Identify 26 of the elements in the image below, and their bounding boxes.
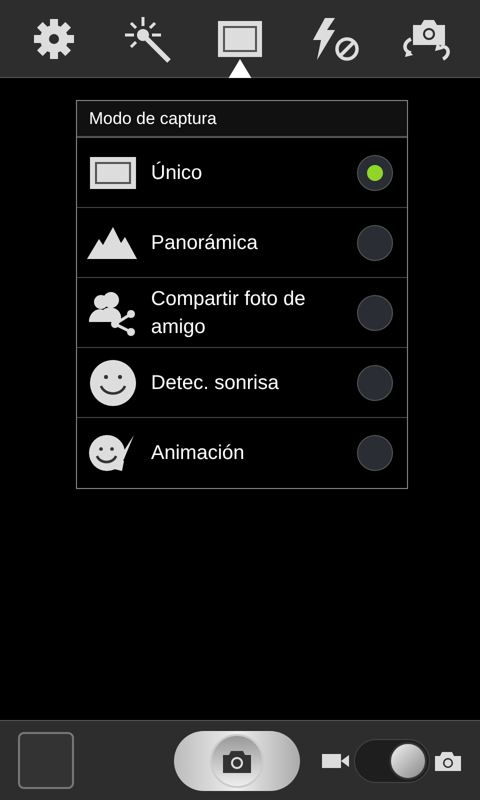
menu-option[interactable]: Panorámica <box>77 208 407 278</box>
mountains-icon <box>87 226 139 258</box>
frame-icon <box>90 156 136 188</box>
gallery-thumbnail[interactable] <box>18 732 74 789</box>
smiley-icon <box>90 360 136 406</box>
radio-button[interactable] <box>357 435 393 471</box>
menu-option[interactable]: Único <box>77 138 407 208</box>
menu-option[interactable]: Detec. sonrisa <box>77 348 407 418</box>
option-label: Detec. sonrisa <box>151 370 280 396</box>
radio-button[interactable] <box>357 224 393 260</box>
camera-icon <box>434 750 462 772</box>
menu-title: Modo de captura <box>89 108 217 130</box>
radio-button[interactable] <box>357 154 393 190</box>
option-label: Compartir foto de amigo <box>151 286 307 340</box>
menu-option[interactable]: Compartir foto de amigo <box>77 278 407 348</box>
gear-icon[interactable] <box>32 16 76 60</box>
menu-option[interactable]: Animación <box>77 418 407 488</box>
mode-toggle[interactable] <box>354 738 430 782</box>
radio-button[interactable] <box>357 364 393 400</box>
video-camera-icon <box>322 752 350 770</box>
radio-button[interactable] <box>357 294 393 330</box>
frame-icon[interactable] <box>216 20 263 58</box>
camera-icon <box>220 748 253 772</box>
option-label: Panorámica <box>151 230 259 256</box>
option-label: Animación <box>151 441 246 466</box>
option-label: Único <box>151 160 204 186</box>
